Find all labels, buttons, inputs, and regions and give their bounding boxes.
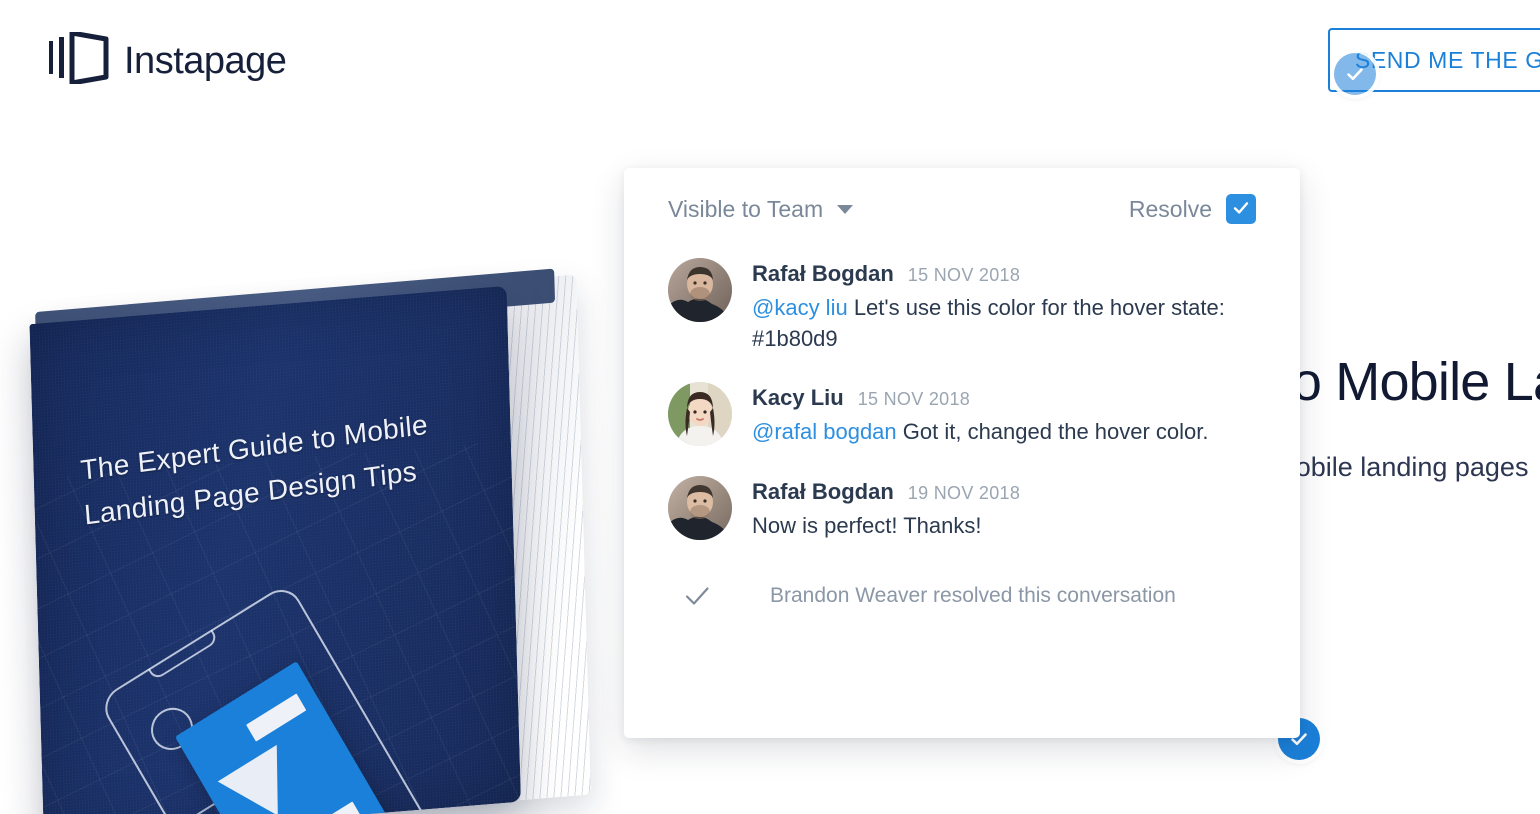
avatar-kacy-liu-icon — [668, 382, 732, 447]
book-3d: The Expert Guide to Mobile Landing Page … — [29, 268, 592, 814]
check-icon — [680, 581, 714, 611]
overlay-bar-top — [246, 693, 307, 742]
comment-author: Kacy Liu — [752, 385, 844, 411]
resolve-checkbox[interactable] — [1226, 194, 1256, 224]
comment-body: Kacy Liu 15 NOV 2018 @rafal bogdan Got i… — [752, 382, 1256, 447]
comment-text: @rafal bogdan Got it, changed the hover … — [752, 416, 1256, 447]
book-cover: The Expert Guide to Mobile Landing Page … — [29, 285, 521, 814]
visibility-dropdown-label: Visible to Team — [668, 195, 824, 222]
comment-meta: Rafał Bogdan 19 NOV 2018 — [752, 479, 1256, 505]
avatar[interactable] — [668, 258, 732, 322]
comment-item: Kacy Liu 15 NOV 2018 @rafal bogdan Got i… — [668, 382, 1256, 447]
resolve-control: Resolve — [1129, 194, 1256, 224]
landing-page-root: Instapage SEND ME THE GUIDE The Expert G… — [0, 0, 1540, 814]
avatar-rafal-bogdan-icon — [668, 475, 732, 540]
overlay-triangle-icon — [217, 744, 308, 814]
comment-body: Rafał Bogdan 19 NOV 2018 Now is perfect!… — [752, 476, 1256, 541]
mention-link[interactable]: @rafal bogdan — [752, 419, 897, 444]
chevron-down-icon — [837, 204, 854, 214]
resolution-text: Brandon Weaver resolved this conversatio… — [770, 583, 1176, 607]
comment-body: Rafał Bogdan 15 NOV 2018 @kacy liu Let's… — [752, 258, 1256, 354]
ebook-mockup: The Expert Guide to Mobile Landing Page … — [29, 268, 596, 814]
comment-date: 19 NOV 2018 — [907, 482, 1021, 503]
mention-link[interactable]: @kacy liu — [752, 295, 848, 320]
instapage-logo-icon — [48, 30, 110, 89]
comment-date: 15 NOV 2018 — [857, 389, 971, 410]
site-header: Instapage SEND ME THE GUIDE — [0, 0, 1540, 120]
comment-list: Rafał Bogdan 15 NOV 2018 @kacy liu Let's… — [624, 250, 1300, 611]
comment-date: 15 NOV 2018 — [907, 265, 1021, 285]
instapage-logo[interactable]: Instapage — [48, 30, 287, 89]
comment-text: Now is perfect! Thanks! — [752, 512, 982, 538]
comment-thread-panel: Visible to Team Resolve Rafał Bogdan 15 … — [624, 168, 1300, 738]
comment-text-body: Got it, changed the hover color. — [896, 419, 1209, 445]
comment-author: Rafał Bogdan — [752, 478, 894, 504]
avatar-rafal-bogdan-icon — [668, 258, 732, 322]
comment-meta: Rafał Bogdan 15 NOV 2018 — [752, 261, 1256, 287]
visibility-dropdown[interactable]: Visible to Team — [668, 195, 854, 223]
check-icon — [1231, 198, 1251, 221]
resolve-label: Resolve — [1128, 195, 1212, 222]
logo-wordmark: Instapage — [124, 39, 287, 82]
comment-item: Rafał Bogdan 19 NOV 2018 Now is perfect!… — [668, 475, 1256, 541]
comment-item: Rafał Bogdan 15 NOV 2018 @kacy liu Let's… — [668, 258, 1256, 354]
header-check-badge-icon[interactable] — [1334, 53, 1376, 95]
comment-panel-header: Visible to Team Resolve — [624, 168, 1300, 250]
resolution-notice: Brandon Weaver resolved this conversatio… — [668, 581, 1256, 611]
comment-author: Rafał Bogdan — [752, 261, 894, 286]
avatar[interactable] — [668, 382, 732, 447]
comment-meta: Kacy Liu 15 NOV 2018 — [752, 385, 1256, 411]
avatar[interactable] — [668, 475, 732, 540]
comment-text: @kacy liu Let's use this color for the h… — [752, 292, 1256, 354]
